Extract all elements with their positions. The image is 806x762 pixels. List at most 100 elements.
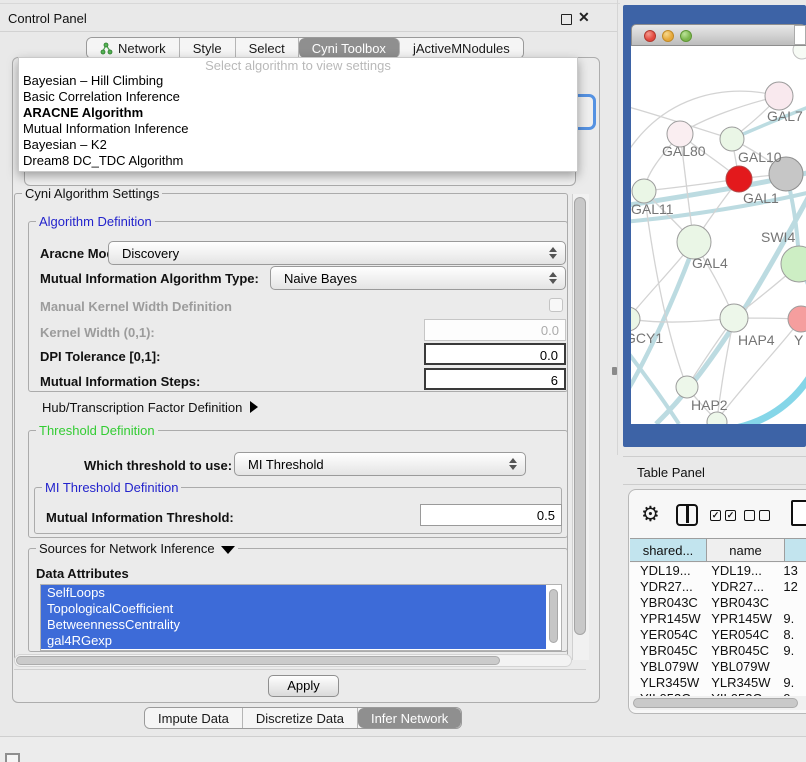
table-row[interactable]: YDL19...YDL19...13 [630,563,806,579]
tab-network[interactable]: Network [87,38,180,58]
column-view-icon[interactable] [676,504,698,526]
cell [777,595,806,611]
table-row[interactable]: YBR043CYBR043C [630,595,806,611]
sources-toggle[interactable]: Sources for Network Inference [36,541,238,556]
top-divider [0,3,620,4]
table-row[interactable]: YBR045CYBR045C9. [630,643,806,659]
select-all-checkbox-icon[interactable]: ✓ [710,510,721,521]
node-gcy1[interactable] [631,307,640,331]
deselect-all-checkbox-icon[interactable] [744,510,755,521]
node-gal4[interactable] [677,225,711,259]
float-panel-icon[interactable] [561,14,572,25]
table-row[interactable]: YBL079WYBL079W [630,659,806,675]
column-header-partial[interactable] [785,538,806,562]
tab-infer-network[interactable]: Infer Network [358,708,461,728]
node-table[interactable]: YDL19...YDL19...13 YDR27...YDR27...12 YB… [630,563,806,697]
tab-label: Infer Network [371,711,448,726]
kernel-width-field[interactable]: 0.0 [424,319,566,341]
network-icon [100,42,113,55]
table-row[interactable]: YDR27...YDR27...12 [630,579,806,595]
tab-discretize-data[interactable]: Discretize Data [243,708,358,728]
cell: YDL19... [703,563,777,579]
gear-icon[interactable]: ⚙ [641,502,660,527]
manual-kernel-label: Manual Kernel Width Definition [40,299,232,314]
close-panel-icon[interactable]: ✕ [578,9,590,26]
node-gal10[interactable] [720,127,744,151]
minimize-window-icon[interactable] [662,30,674,42]
node-gal1[interactable] [726,166,752,192]
apply-button[interactable]: Apply [268,675,339,697]
group-title: Algorithm Definition [36,214,155,229]
tab-label: Discretize Data [256,711,344,726]
table-hscrollbar-thumb[interactable] [633,698,798,708]
table-row[interactable]: YER054CYER054C8. [630,627,806,643]
cell: YBR045C [630,643,703,659]
tab-impute-data[interactable]: Impute Data [145,708,243,728]
tab-label: jActiveMNodules [413,41,510,56]
which-threshold-select[interactable]: MI Threshold [234,452,526,476]
dropdown-item[interactable]: Mutual Information Inference [19,121,577,137]
aracne-mode-select[interactable]: Discovery [108,241,566,265]
divider [14,669,586,670]
node-hap2[interactable] [676,376,698,398]
mi-steps-field[interactable]: 6 [424,368,566,390]
node-label: GAL11 [631,201,674,217]
node-label: HAP4 [738,332,775,348]
settings-vscrollbar-thumb[interactable] [574,197,586,635]
node-gal11[interactable] [632,179,656,203]
dropdown-item[interactable]: Bayesian – K2 [19,137,577,153]
network-window-titlebar[interactable] [631,24,806,46]
list-item[interactable]: gal4RGexp [41,633,546,649]
table-row[interactable]: YPR145WYPR145W9. [630,611,806,627]
cell: YBR043C [630,595,703,611]
list-item[interactable]: SelfLoops [41,585,546,601]
network-canvas[interactable]: GAL7 GAL80 GAL10 GAL1 GAL11 SWI4 GAL4 GC… [631,46,806,424]
node-gal7[interactable] [765,82,793,110]
table-panel-title: Table Panel [637,465,705,480]
node-label: GAL10 [738,149,782,165]
tab-style[interactable]: Style [180,38,236,58]
node-hap4[interactable] [720,304,748,332]
deselect-all-checkbox-icon[interactable] [759,510,770,521]
node-label: GAL80 [662,143,706,159]
split-handle[interactable] [612,367,617,375]
mi-threshold-label: Mutual Information Threshold: [46,510,234,525]
zoom-window-icon[interactable] [680,30,692,42]
select-all-checkbox-icon[interactable]: ✓ [725,510,736,521]
node[interactable] [793,46,806,59]
list-item[interactable]: TopologicalCoefficient [41,601,546,617]
column-header-name[interactable]: name [707,538,785,562]
table-row[interactable]: YLR345WYLR345W9. [630,675,806,691]
dropdown-item-selected[interactable]: ARACNE Algorithm [19,105,577,121]
list-item[interactable]: BetweennessCentrality [41,617,546,633]
tab-cyni-toolbox[interactable]: Cyni Toolbox [299,38,400,58]
dropdown-item[interactable]: Basic Correlation Inference [19,89,577,105]
cell: YDR27... [630,579,703,595]
close-window-icon[interactable] [644,30,656,42]
corner-widget-icon[interactable] [5,753,20,762]
network-window: GAL7 GAL80 GAL10 GAL1 GAL11 SWI4 GAL4 GC… [631,24,806,424]
cell: YPR145W [703,611,777,627]
column-header-shared-name[interactable]: shared... [630,538,707,562]
mi-algorithm-type-select[interactable]: Naive Bayes [270,266,566,290]
cell: YLR345W [630,675,703,691]
node-salmon[interactable] [788,306,806,332]
algorithm-dropdown-popup: Select algorithm to view settings Bayesi… [18,57,578,172]
combo-arrows-icon [545,272,561,284]
hub-definition-toggle[interactable]: Hub/Transcription Factor Definition [42,400,258,415]
document-icon[interactable] [791,500,806,526]
data-attributes-list: SelfLoops TopologicalCoefficient Between… [40,584,562,651]
dpi-tolerance-field[interactable]: 0.0 [424,343,566,365]
node-label: GAL7 [767,108,803,124]
node-label: SWI4 [761,229,795,245]
manual-kernel-checkbox[interactable] [549,298,563,312]
mi-threshold-field[interactable]: 0.5 [420,504,562,526]
tab-jactivemnodules[interactable]: jActiveMNodules [400,38,523,58]
combo-arrows-icon [505,458,521,470]
settings-hscrollbar-thumb[interactable] [16,656,500,665]
list-scrollbar[interactable] [549,589,558,643]
dropdown-item[interactable]: Dream8 DC_TDC Algorithm [19,153,577,169]
dropdown-item[interactable]: Bayesian – Hill Climbing [19,73,577,89]
tab-select[interactable]: Select [236,38,299,58]
tab-label: Cyni Toolbox [312,41,386,56]
